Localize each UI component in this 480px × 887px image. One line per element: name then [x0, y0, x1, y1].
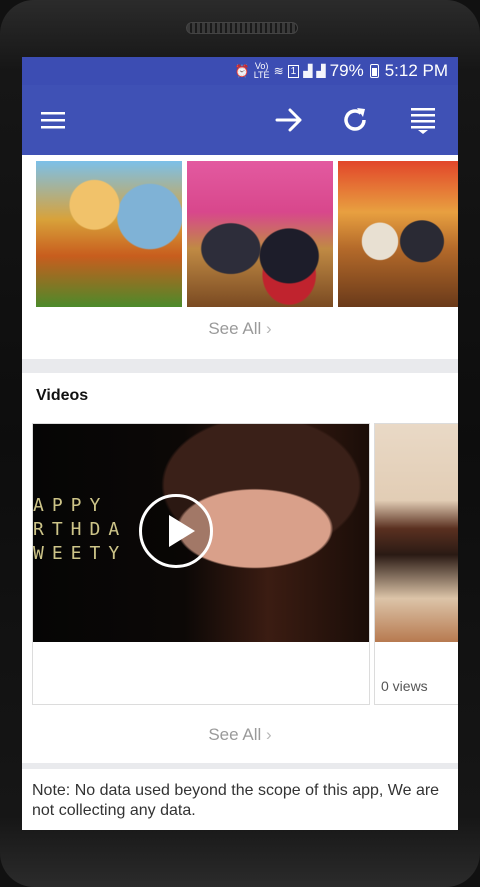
photo-strip[interactable] [36, 161, 458, 307]
videos-see-all-link[interactable]: See All › [22, 725, 458, 745]
volte-indicator: Vo) LTE [253, 61, 270, 80]
video-strip[interactable]: APPY RTHDA WEETY 0 views [32, 423, 458, 707]
signal-sim2-icon: ▟ [316, 64, 326, 78]
status-bar: ⏰ Vo) LTE ≋ 1 ▟ ▟ 79% 5:12 PM [22, 57, 458, 85]
chevron-right-icon: › [266, 725, 272, 744]
photo-thumbnail[interactable] [187, 161, 333, 307]
privacy-note: Note: No data used beyond the scope of t… [32, 782, 440, 819]
bottom-bezel [0, 850, 480, 887]
hamburger-menu-icon[interactable] [36, 103, 70, 137]
app-bar [22, 85, 458, 155]
phone-frame: ⏰ Vo) LTE ≋ 1 ▟ ▟ 79% 5:12 PM See All › … [0, 0, 480, 887]
video-overlay-text: APPY RTHDA WEETY [33, 495, 128, 564]
play-icon[interactable] [139, 494, 213, 568]
app-screen: ⏰ Vo) LTE ≋ 1 ▟ ▟ 79% 5:12 PM See All › … [22, 57, 458, 830]
video-card[interactable]: 0 views [374, 423, 458, 705]
battery-percent: 79% [329, 61, 364, 80]
sort-filter-icon[interactable] [406, 103, 440, 137]
photo-thumbnail[interactable] [36, 161, 182, 307]
earpiece-speaker [186, 22, 298, 34]
forward-arrow-icon[interactable] [272, 103, 306, 137]
video-card[interactable]: APPY RTHDA WEETY [32, 423, 370, 705]
photos-see-all-link[interactable]: See All › [22, 319, 458, 339]
wifi-calling-icon: ≋ [273, 64, 284, 78]
video-views: 0 views [381, 678, 428, 694]
refresh-icon[interactable] [338, 103, 372, 137]
chevron-right-icon: › [266, 319, 272, 338]
note-card: Note: No data used beyond the scope of t… [22, 769, 458, 830]
sim-badge: 1 [287, 64, 300, 78]
battery-icon [369, 64, 379, 78]
photos-card: See All › [22, 155, 458, 359]
photo-thumbnail[interactable] [338, 161, 458, 307]
videos-card: Videos APPY RTHDA WEETY 0 views See All … [22, 373, 458, 763]
signal-sim1-icon: ▟ [303, 64, 313, 78]
alarm-icon: ⏰ [234, 64, 250, 78]
clock: 5:12 PM [384, 61, 448, 80]
videos-section-title: Videos [36, 387, 89, 404]
video-thumbnail[interactable] [375, 424, 458, 642]
